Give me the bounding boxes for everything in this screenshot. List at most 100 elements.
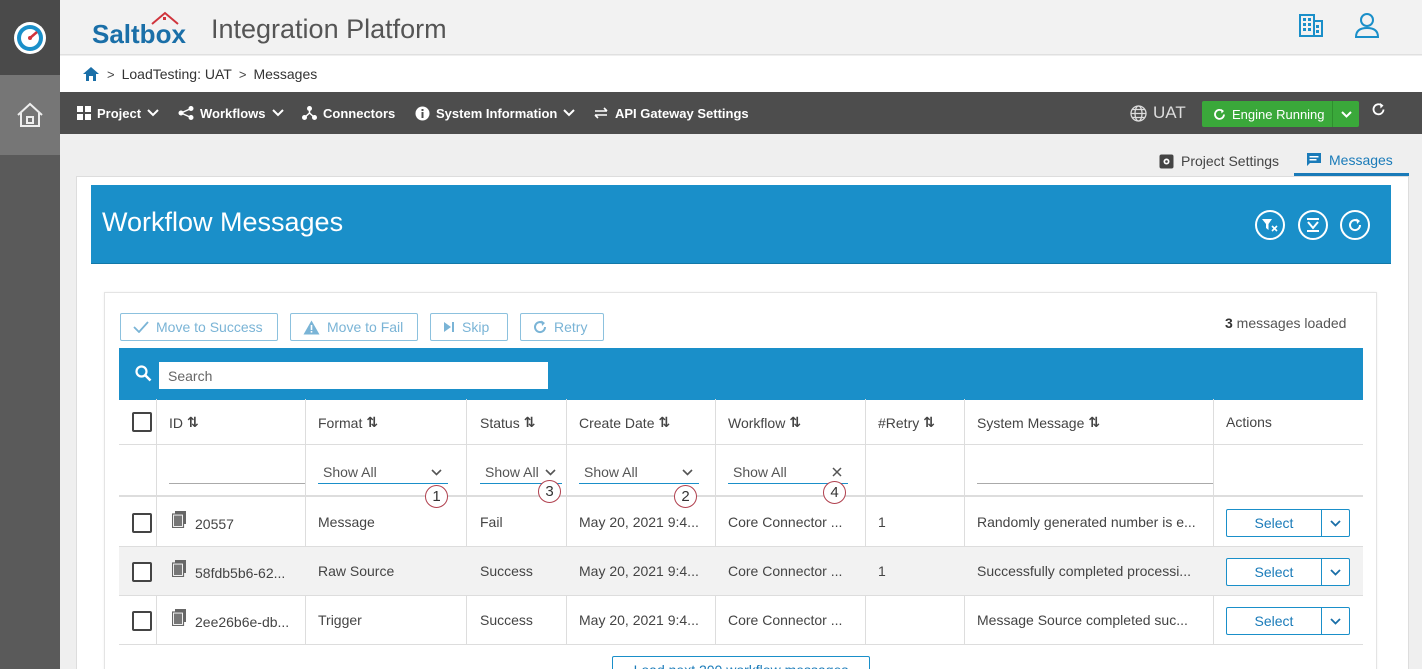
create-date-filter-select[interactable]: Show All — [579, 461, 699, 484]
table-row[interactable]: 2ee26b6e-db... Trigger Success May 20, 2… — [119, 596, 1363, 645]
breadcrumb-project[interactable]: LoadTesting: UAT — [122, 66, 232, 82]
format-filter-select[interactable]: Show All — [318, 461, 448, 484]
globe-icon — [1130, 104, 1147, 122]
table-row[interactable]: 20557 Message Fail May 20, 2021 9:4... C… — [119, 498, 1363, 547]
row-checkbox[interactable] — [132, 562, 152, 582]
nav-workflows-label: Workflows — [200, 105, 266, 121]
id-filter-input[interactable] — [169, 483, 305, 484]
create-date-filter-value: Show All — [584, 464, 638, 480]
nav-workflows[interactable]: Workflows — [178, 92, 284, 134]
user-icon — [1354, 13, 1380, 38]
move-to-fail-label: Move to Fail — [327, 319, 404, 335]
clear-icon[interactable] — [832, 467, 842, 477]
row-select-button[interactable]: Select — [1226, 558, 1350, 586]
chevron-down-icon — [431, 468, 442, 476]
col-header-create-date[interactable]: Create Date ⇅ — [579, 414, 670, 431]
chevron-down-icon — [545, 468, 556, 476]
col-header-actions-label: Actions — [1226, 414, 1272, 430]
cell-system-message: Message Source completed suc... — [977, 612, 1188, 628]
sort-icon: ⇅ — [1088, 414, 1101, 430]
clear-filters-button[interactable] — [1255, 210, 1285, 240]
tab-messages[interactable]: Messages — [1294, 146, 1409, 176]
col-header-system-message[interactable]: System Message ⇅ — [977, 414, 1100, 431]
cell-id: 20557 — [195, 516, 234, 532]
col-header-id-label: ID — [169, 414, 183, 431]
nav-system-information[interactable]: System Information — [415, 92, 576, 134]
col-header-format[interactable]: Format ⇅ — [318, 414, 378, 431]
saltbox-logo: Saltbox — [90, 8, 200, 50]
speedometer-icon — [14, 21, 46, 54]
environment-indicator: UAT — [1130, 92, 1186, 134]
breadcrumb-separator: > — [107, 66, 115, 82]
page-banner: Workflow Messages — [91, 185, 1391, 264]
cell-format: Message — [318, 514, 375, 530]
col-header-workflow[interactable]: Workflow ⇅ — [728, 414, 801, 431]
left-rail — [0, 0, 60, 669]
format-filter-value: Show All — [323, 464, 377, 480]
select-label[interactable]: Select — [1227, 559, 1322, 585]
sort-icon: ⇅ — [923, 414, 935, 430]
move-to-success-button[interactable]: Move to Success — [120, 313, 278, 341]
select-all-checkbox[interactable] — [132, 412, 152, 432]
cell-system-message: Randomly generated number is e... — [977, 514, 1196, 530]
logo-text: Saltbox — [92, 19, 186, 49]
document-icon — [172, 560, 186, 577]
table-row[interactable]: 58fdb5b6-62... Raw Source Success May 20… — [119, 547, 1363, 596]
home-nav[interactable] — [0, 75, 60, 155]
refresh-messages-button[interactable] — [1340, 210, 1370, 240]
cell-workflow: Core Connector ... — [728, 563, 843, 579]
search-bar — [119, 348, 1363, 400]
col-header-retry[interactable]: #Retry ⇅ — [878, 414, 935, 431]
download-button[interactable] — [1298, 210, 1328, 240]
col-header-id[interactable]: ID ⇅ — [169, 414, 199, 431]
col-header-status[interactable]: Status ⇅ — [480, 414, 535, 431]
tab-project-settings[interactable]: Project Settings — [1159, 146, 1279, 176]
select-dropdown-toggle[interactable] — [1322, 559, 1349, 585]
system-message-filter-input[interactable] — [977, 483, 1213, 484]
user-profile-button[interactable] — [1352, 10, 1382, 40]
load-more-button[interactable]: Load next 200 workflow messages — [612, 656, 870, 669]
app-launcher[interactable] — [0, 0, 60, 75]
row-select-button[interactable]: Select — [1226, 607, 1350, 635]
engine-status-label: Engine Running — [1232, 106, 1325, 122]
filter-clear-icon — [1262, 219, 1278, 232]
status-filter-value: Show All — [485, 464, 539, 480]
chevron-down-icon — [563, 109, 576, 117]
col-header-retry-label: #Retry — [878, 414, 920, 431]
engine-status-main[interactable]: Engine Running — [1202, 101, 1332, 127]
select-dropdown-toggle[interactable] — [1322, 608, 1349, 634]
skip-button[interactable]: Skip — [430, 313, 508, 341]
chevron-down-icon — [682, 468, 693, 476]
col-header-format-label: Format — [318, 414, 363, 431]
workflow-filter-value: Show All — [733, 464, 787, 480]
select-label[interactable]: Select — [1227, 608, 1322, 634]
engine-dropdown-toggle[interactable] — [1332, 101, 1359, 127]
cell-create-date: May 20, 2021 9:4... — [579, 514, 699, 530]
search-input[interactable] — [159, 362, 548, 389]
row-checkbox[interactable] — [132, 611, 152, 631]
refresh-engine-button[interactable] — [1371, 102, 1386, 120]
col-header-actions: Actions — [1226, 414, 1272, 430]
select-label[interactable]: Select — [1227, 510, 1322, 536]
retry-button[interactable]: Retry — [520, 313, 604, 341]
cell-workflow: Core Connector ... — [728, 612, 843, 628]
sort-icon: ⇅ — [658, 414, 671, 430]
nav-api-gateway[interactable]: API Gateway Settings — [593, 92, 749, 134]
move-to-fail-button[interactable]: Move to Fail — [290, 313, 418, 341]
row-select-button[interactable]: Select — [1226, 509, 1350, 537]
select-dropdown-toggle[interactable] — [1322, 510, 1349, 536]
engine-status-button[interactable]: Engine Running — [1202, 101, 1359, 127]
home-icon[interactable] — [82, 66, 100, 82]
nav-connectors[interactable]: Connectors — [302, 92, 395, 134]
nav-project[interactable]: Project — [77, 92, 159, 134]
cell-id: 58fdb5b6-62... — [195, 565, 286, 581]
cell-id: 2ee26b6e-db... — [195, 614, 290, 630]
loaded-suffix: messages loaded — [1232, 315, 1347, 331]
chevron-down-icon — [1330, 519, 1341, 527]
cell-workflow: Core Connector ... — [728, 514, 843, 530]
col-header-system-message-label: System Message — [977, 414, 1085, 431]
row-checkbox[interactable] — [132, 513, 152, 533]
nav-system-information-label: System Information — [436, 105, 558, 121]
nav-connectors-label: Connectors — [323, 105, 396, 121]
organization-button[interactable] — [1296, 10, 1326, 40]
